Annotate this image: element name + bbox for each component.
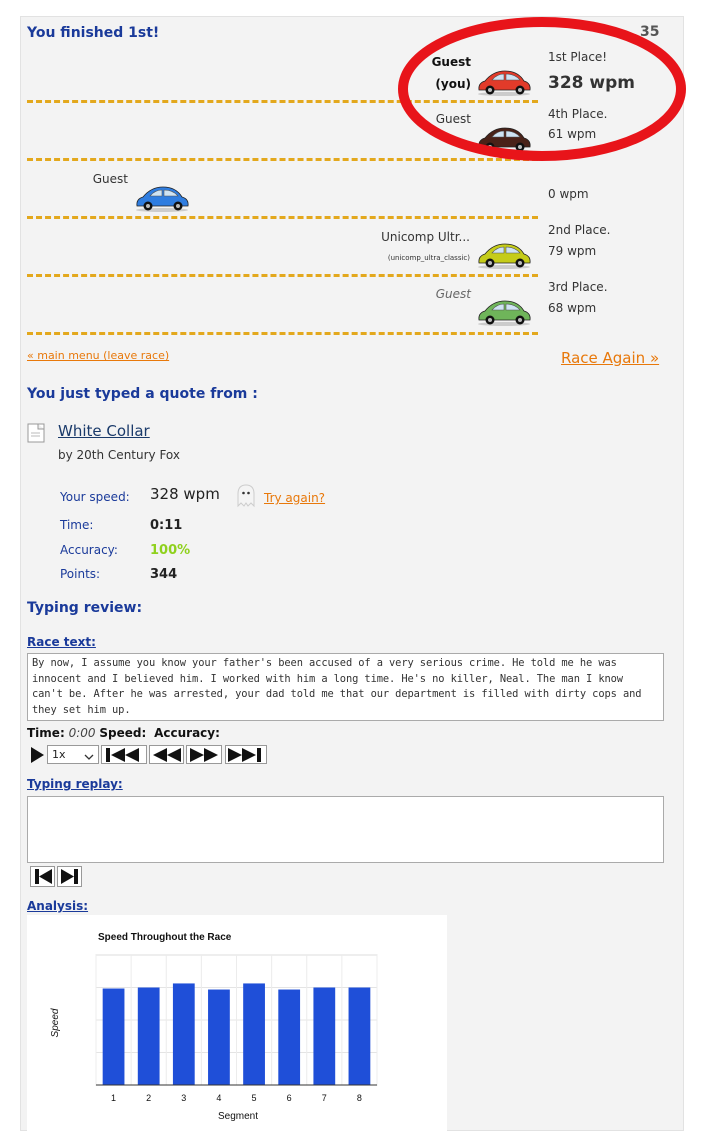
speed-select[interactable]: 1x xyxy=(47,745,99,764)
replay-status: Time: 0:00 Speed: Accuracy: xyxy=(27,726,220,740)
skip-to-end-icon xyxy=(228,747,261,762)
race-text-label: Race text: xyxy=(27,635,96,649)
fast-forward-icon xyxy=(190,747,218,762)
try-again-link[interactable]: Try again? xyxy=(264,491,325,505)
quote-source: by 20th Century Fox xyxy=(58,448,181,462)
chart-tick-label: 6 xyxy=(287,1093,292,1103)
racer-name: Guest xyxy=(435,287,471,301)
rewind-icon xyxy=(152,747,181,762)
typing-replay-label: Typing replay: xyxy=(27,777,123,791)
chart-tick-label: 1 xyxy=(111,1093,116,1103)
chart-bar xyxy=(172,983,195,1085)
go-to-start-button[interactable] xyxy=(101,745,147,764)
car-icon xyxy=(136,186,189,212)
typing-replay-box xyxy=(27,796,664,863)
document-icon xyxy=(27,423,45,443)
chart-tick-label: 8 xyxy=(357,1093,362,1103)
play-icon xyxy=(30,746,44,763)
racer-wpm: 68 wpm xyxy=(548,301,597,315)
chart-bar xyxy=(243,983,265,1085)
lane-divider xyxy=(27,216,538,219)
racer-name: Unicomp Ultr... xyxy=(381,230,470,244)
skip-to-start-icon xyxy=(106,747,139,762)
racer-name: Guest xyxy=(92,172,128,186)
chart-tick-label: 7 xyxy=(322,1093,327,1103)
points-value: 344 xyxy=(150,567,178,582)
time-label: Time: xyxy=(60,518,94,532)
chart-tick-labels: 1 2 3 4 5 6 7 8 xyxy=(111,1093,362,1103)
points-label: Points: xyxy=(60,567,101,581)
speed-chart: Speed Throughout the Race Speed Segment … xyxy=(50,932,378,1122)
race-again-link[interactable]: Race Again » xyxy=(561,349,659,367)
analysis-label: Analysis: xyxy=(27,899,89,913)
racer-wpm: 79 wpm xyxy=(548,244,597,258)
chart-bar xyxy=(137,987,160,1085)
race-text-box[interactable]: By now, I assume you know your father's … xyxy=(27,653,664,721)
main-menu-link[interactable]: « main menu (leave race) xyxy=(27,349,169,362)
racer-place: 2nd Place. xyxy=(548,223,611,237)
racer-place: 3rd Place. xyxy=(548,280,608,294)
accuracy-value: 100% xyxy=(150,543,191,558)
speed-select-value: 1x xyxy=(52,748,66,761)
skip-back-icon xyxy=(34,869,52,884)
chart-xlabel: Segment xyxy=(218,1111,258,1122)
chart-title: Speed Throughout the Race xyxy=(98,932,232,943)
time-value: 0:11 xyxy=(150,518,183,533)
rewind-button[interactable] xyxy=(149,745,184,764)
racer-wpm: 0 wpm xyxy=(548,187,589,201)
chart-bar xyxy=(208,989,230,1085)
typing-review-heading: Typing review: xyxy=(27,600,143,616)
speed-value: 328 wpm xyxy=(150,485,220,503)
chart-bar xyxy=(348,987,371,1085)
accuracy-label: Accuracy: xyxy=(60,543,118,557)
play-button[interactable] xyxy=(27,745,46,764)
chevron-down-icon xyxy=(84,754,94,760)
replay-time-value: 0:00 xyxy=(68,726,96,740)
replay-speed-label: Speed: xyxy=(99,726,147,740)
chart-tick-label: 3 xyxy=(181,1093,186,1103)
chart-tick-label: 5 xyxy=(252,1093,257,1103)
race-result-title: You finished 1st! xyxy=(27,25,160,41)
car-icon xyxy=(478,300,531,326)
highlight-circle xyxy=(398,17,686,161)
lane-divider xyxy=(27,274,538,277)
quote-title-link[interactable]: White Collar xyxy=(58,422,150,440)
replay-accuracy-label: Accuracy: xyxy=(154,726,220,740)
car-icon xyxy=(478,243,531,269)
chart-ylabel: Speed xyxy=(50,1008,61,1037)
skip-forward-icon xyxy=(60,869,78,884)
chart-tick-label: 2 xyxy=(146,1093,151,1103)
chart-bar xyxy=(278,989,301,1085)
fast-forward-button[interactable] xyxy=(186,745,222,764)
replay-forward-button[interactable] xyxy=(57,866,82,887)
go-to-end-button[interactable] xyxy=(225,745,267,764)
speed-label: Your speed: xyxy=(60,490,130,504)
quote-heading: You just typed a quote from : xyxy=(27,386,258,402)
chart-tick-label: 4 xyxy=(216,1093,221,1103)
chart-bar xyxy=(313,987,336,1085)
replay-back-button[interactable] xyxy=(30,866,55,887)
replay-time-label: Time: xyxy=(27,726,65,740)
racer-username: (unicomp_ultra_classic) xyxy=(387,254,470,262)
lane-divider xyxy=(27,332,538,335)
ghost-icon xyxy=(237,484,255,508)
chart-bar xyxy=(102,988,125,1085)
